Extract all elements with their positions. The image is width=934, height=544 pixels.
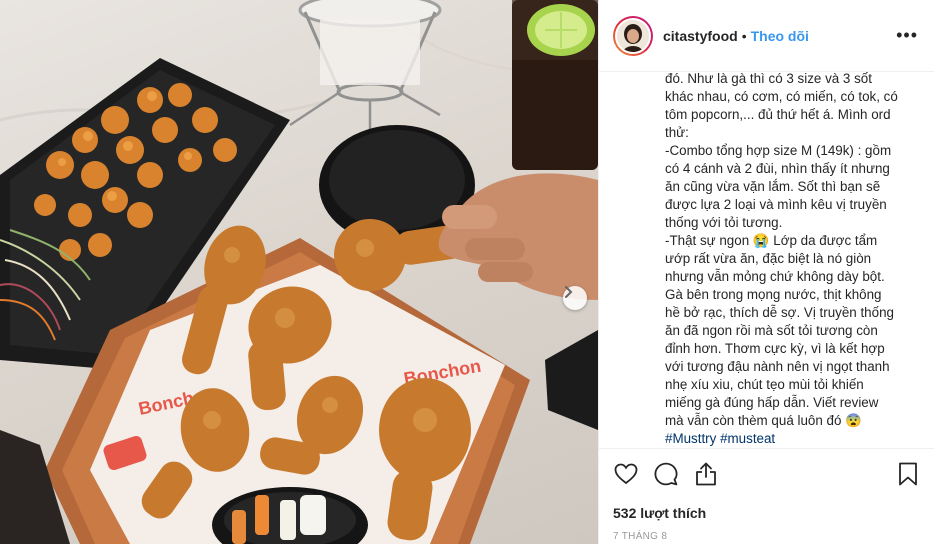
like-button[interactable]	[613, 461, 639, 487]
caption-line: với tương đậu nành nên vị ngọt thanh	[665, 359, 890, 374]
more-options-button[interactable]: •••	[896, 25, 920, 46]
bookmark-icon	[899, 462, 917, 486]
save-button[interactable]	[895, 461, 921, 487]
caption-line: hề bở rạc, thích dễ sợ. Vị truyền thống	[665, 305, 894, 320]
caption-line: -Thật sự ngon 😭 Lớp da được tẩm	[665, 233, 878, 248]
actions-section: 532 lượt thích 7 THÁNG 8	[599, 448, 934, 544]
post-side-panel: citastyfood • Theo dõi ••• đó. Như là gà…	[598, 0, 934, 544]
username-link[interactable]: citastyfood	[663, 28, 738, 44]
caption-line: đỉnh hơn. Thơm cực kỳ, vì là kết hợp	[665, 341, 885, 356]
drink-glass	[512, 0, 598, 170]
post-photo[interactable]: Bonchon Bonchon	[0, 0, 598, 544]
hashtags: #Musttry #musteat	[665, 430, 915, 448]
chevron-right-icon	[565, 286, 573, 298]
caption-line: nhẹ xíu xiu, chút tẹo mùi tỏi khiến	[665, 377, 864, 392]
avatar-image	[617, 19, 649, 52]
separator-dot: •	[741, 27, 747, 44]
comment-icon	[654, 462, 678, 486]
caption-line: -Combo tổng hợp size M (149k) : gồm	[665, 143, 892, 158]
caption-line: đó. Như là gà thì có 3 size và 3 sốt	[665, 72, 872, 86]
caption-line: Gà bên trong mọng nước, thịt không	[665, 287, 882, 302]
share-button[interactable]	[693, 461, 719, 487]
share-icon	[696, 462, 716, 486]
caption-line: nhưng vẫn mỏng chứ không dày bột.	[665, 269, 885, 284]
caption: đó. Như là gà thì có 3 size và 3 sốt khá…	[599, 72, 934, 448]
caption-line: ăn cũng vừa vặn lắm. Sốt thì bạn sẽ	[665, 179, 881, 194]
post-header: citastyfood • Theo dõi •••	[599, 0, 934, 72]
hashtag-link[interactable]: #Musttry	[665, 431, 716, 446]
carousel-next-button[interactable]	[563, 286, 587, 310]
caption-line: miếng gà đúng hấp dẫn. Viết review	[665, 395, 879, 410]
likes-count[interactable]: 532 lượt thích	[613, 505, 921, 521]
post-date[interactable]: 7 THÁNG 8	[613, 531, 921, 542]
comment-button[interactable]	[653, 461, 679, 487]
follow-button[interactable]: Theo dõi	[751, 28, 809, 44]
hashtag-link[interactable]: #musteat	[720, 431, 775, 446]
action-icons-row	[613, 461, 921, 487]
heart-icon	[614, 463, 638, 485]
caption-line: khác nhau, có cơm, có miến, có tok, có	[665, 89, 898, 104]
caption-line: có 4 cánh và 2 đùi, nhìn thấy ít nhưng	[665, 161, 890, 176]
caption-line: thống với tỏi tương.	[665, 215, 783, 230]
story-ring[interactable]	[613, 15, 653, 56]
caption-line: ăn đã ngon rồi mà sốt tỏi tương còn	[665, 323, 878, 338]
caption-line: mà vẫn còn thèm quá luôn đó 😨	[665, 413, 862, 428]
caption-line: được lựa 2 loại và mình kêu vị truyền	[665, 197, 887, 212]
food-illustration: Bonchon Bonchon	[0, 0, 598, 544]
caption-line: tôm popcorn,... đủ thứ hết á. Mình ord	[665, 107, 891, 122]
caption-text: đó. Như là gà thì có 3 size và 3 sốt khá…	[665, 72, 915, 448]
caption-line: ướp rất vừa ăn, đặc biệt là nó giòn	[665, 251, 872, 266]
caption-line: thử:	[665, 125, 689, 140]
avatar[interactable]	[615, 17, 651, 54]
